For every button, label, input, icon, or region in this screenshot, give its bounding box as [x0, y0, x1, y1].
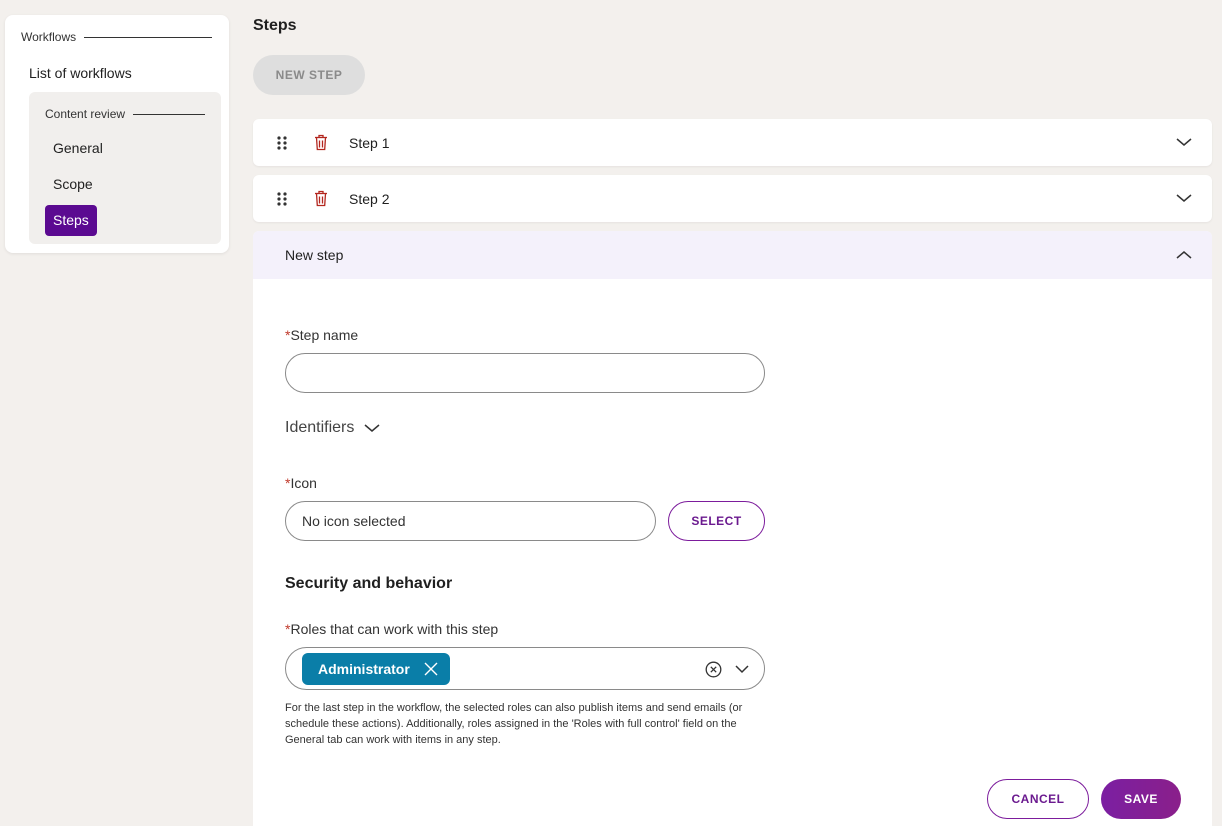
step-label: Step 1 [349, 134, 390, 151]
roles-label: *Roles that can work with this step [285, 621, 498, 637]
workflows-heading-label: Workflows [21, 30, 77, 44]
security-section-title: Security and behavior [285, 575, 453, 592]
save-button[interactable]: SAVE [1101, 779, 1181, 819]
roles-label-text: Roles that can work with this step [290, 621, 499, 637]
drag-handle-icon[interactable] [276, 135, 288, 151]
identifiers-label: Identifiers [285, 419, 355, 436]
list-of-workflows-link[interactable]: List of workflows [29, 65, 132, 81]
step-name-label: *Step name [285, 327, 358, 343]
workflows-section-heading: Workflows [21, 30, 213, 44]
step-row-1[interactable]: Step 1 [253, 119, 1212, 166]
page-title: Steps [253, 17, 297, 34]
close-icon[interactable] [424, 662, 438, 676]
icon-label: *Icon [285, 475, 317, 491]
identifiers-toggle[interactable]: Identifiers [285, 419, 380, 437]
chevron-down-icon[interactable] [1176, 136, 1192, 148]
role-chip: Administrator [302, 653, 450, 685]
step-label: Step 2 [349, 190, 390, 207]
trash-icon[interactable] [314, 190, 328, 207]
chevron-up-icon[interactable] [1176, 249, 1192, 261]
workflow-subnav: Content review General Scope Steps [29, 92, 221, 244]
subnav-item-steps[interactable]: Steps [45, 205, 97, 236]
subnav-item-scope[interactable]: Scope [45, 169, 101, 200]
icon-label-text: Icon [290, 475, 317, 491]
heading-divider [133, 113, 206, 115]
chevron-down-icon[interactable] [735, 664, 749, 674]
workflow-sidebar: Workflows List of workflows Content revi… [5, 15, 229, 253]
roles-help-text: For the last step in the workflow, the s… [285, 702, 743, 746]
content-review-heading: Content review [45, 107, 206, 121]
icon-input[interactable] [285, 501, 656, 541]
role-chip-label: Administrator [318, 661, 410, 677]
select-icon-button[interactable]: SELECT [668, 501, 765, 541]
step-name-label-text: Step name [290, 327, 359, 343]
roles-multiselect[interactable]: Administrator [285, 647, 765, 690]
chevron-down-icon [364, 424, 380, 432]
trash-icon[interactable] [314, 134, 328, 151]
new-step-panel: New step *Step name Identifiers *Icon SE… [253, 231, 1212, 826]
step-name-input[interactable] [285, 353, 765, 393]
new-step-header[interactable]: New step [253, 231, 1212, 279]
new-step-button[interactable]: NEW STEP [253, 55, 365, 95]
new-step-title: New step [285, 247, 344, 263]
chevron-down-icon[interactable] [1176, 192, 1192, 204]
heading-divider [84, 36, 213, 38]
clear-circle-icon[interactable] [705, 661, 722, 678]
cancel-button[interactable]: CANCEL [987, 779, 1089, 819]
drag-handle-icon[interactable] [276, 191, 288, 207]
content-review-label: Content review [45, 107, 126, 121]
subnav-item-general[interactable]: General [45, 133, 111, 164]
step-row-2[interactable]: Step 2 [253, 175, 1212, 222]
